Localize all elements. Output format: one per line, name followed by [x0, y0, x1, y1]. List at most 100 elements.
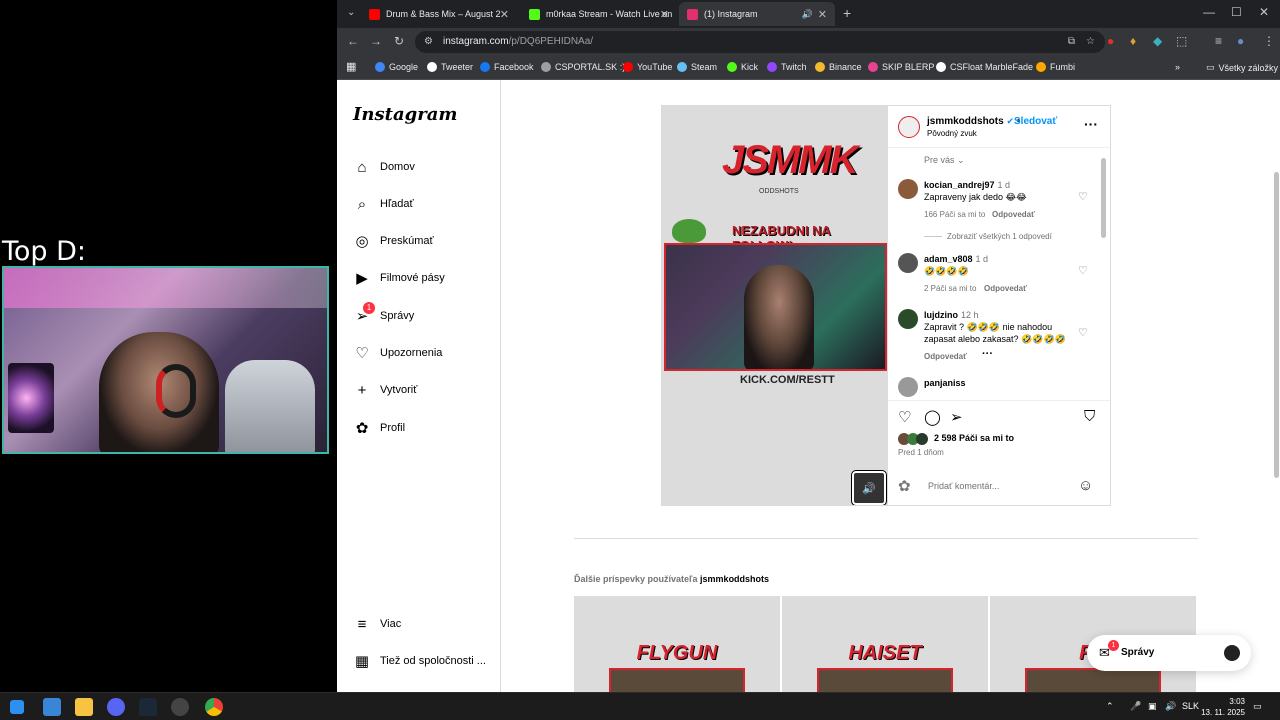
- nav-item-messenger[interactable]: ➢ 1 Správy: [353, 302, 414, 328]
- instagram-logo[interactable]: Instagram: [353, 104, 457, 125]
- like-icon[interactable]: ♡: [898, 408, 911, 426]
- bookmark-star-icon[interactable]: ☆: [1086, 31, 1095, 53]
- media-icon[interactable]: ≡: [1215, 34, 1222, 48]
- reply-button[interactable]: Odpovedať: [924, 352, 967, 361]
- share-icon[interactable]: ➢: [950, 408, 963, 426]
- apps-icon[interactable]: ▦: [346, 60, 356, 73]
- bookmark-item[interactable]: Twitch: [767, 62, 807, 72]
- bookmark-item[interactable]: CSFloat MarbleFade: [936, 62, 1033, 72]
- bookmark-item[interactable]: Binance: [815, 62, 862, 72]
- close-icon[interactable]: ✕: [818, 8, 827, 21]
- close-icon[interactable]: ✕: [660, 8, 669, 21]
- comment-sort[interactable]: Pre vás ⌄: [924, 155, 965, 166]
- bookmark-item[interactable]: Steam: [677, 62, 717, 72]
- extension-icon[interactable]: ♦: [1130, 34, 1136, 48]
- tab-youtube[interactable]: Drum & Bass Mix – August 2 ✕: [361, 2, 517, 26]
- start-icon[interactable]: [10, 700, 24, 714]
- follow-button[interactable]: Sledovať: [1014, 116, 1057, 127]
- bookmark-item[interactable]: Fumbi: [1036, 62, 1075, 72]
- page-scrollbar[interactable]: [1274, 172, 1279, 478]
- chrome-icon[interactable]: [205, 698, 223, 716]
- comment-username[interactable]: kocian_andrej97 1 d: [924, 180, 1010, 190]
- comment-icon[interactable]: ◯: [924, 408, 941, 426]
- forward-icon[interactable]: →: [370, 34, 382, 48]
- extension-icon[interactable]: ◆: [1153, 34, 1162, 48]
- like-comment-icon[interactable]: ♡: [1078, 264, 1088, 277]
- more-posts-user[interactable]: jsmmkoddshots: [700, 574, 769, 584]
- nav-item-plus[interactable]: + Vytvoriť: [353, 378, 418, 402]
- tab-search-icon[interactable]: ⌄: [347, 7, 355, 18]
- more-bookmarks-icon[interactable]: »: [1175, 62, 1180, 72]
- app-icon[interactable]: [43, 698, 61, 716]
- extension-icon[interactable]: ●: [1107, 34, 1114, 48]
- comment-username[interactable]: adam_v808 1 d: [924, 254, 988, 264]
- save-icon[interactable]: ⛉: [1084, 408, 1095, 425]
- comment-avatar[interactable]: [898, 309, 918, 329]
- view-replies-button[interactable]: Zobraziť všetkých 1 odpovedí: [924, 232, 1052, 241]
- all-bookmarks[interactable]: ▭ Všetky záložky: [1206, 62, 1278, 73]
- comment-username[interactable]: lujdzino 12 h: [924, 310, 979, 320]
- post-thumbnail[interactable]: HAISET: [782, 596, 988, 692]
- reply-button[interactable]: Odpovedať: [984, 284, 1027, 293]
- notifications-icon[interactable]: ▭: [1253, 701, 1262, 712]
- bookmark-item[interactable]: Facebook: [480, 62, 534, 72]
- app-icon[interactable]: [171, 698, 189, 716]
- sound-toggle-button[interactable]: 🔊: [851, 470, 887, 505]
- clock[interactable]: 3:03 13. 11. 2025: [1197, 696, 1245, 718]
- comment-likes[interactable]: 2 Páči sa mi to: [924, 284, 976, 293]
- close-window-icon[interactable]: ✕: [1259, 5, 1269, 19]
- volume-icon[interactable]: 🔊: [1165, 701, 1176, 712]
- add-comment-input[interactable]: Pridať komentár...: [928, 481, 999, 491]
- nav-item-profile[interactable]: ✿ Profil: [353, 416, 405, 440]
- bookmark-item[interactable]: SKIP BLERP: [868, 62, 934, 72]
- nav-item-home[interactable]: ⌂ Domov: [353, 155, 414, 179]
- nav-item-compass[interactable]: ◎ Preskúmať: [353, 229, 433, 253]
- nav-item-heart[interactable]: ♡ Upozornenia: [353, 341, 442, 365]
- site-info-icon[interactable]: ⚙: [424, 31, 433, 53]
- nav-item-menu[interactable]: ≡ Viac: [353, 612, 402, 636]
- comment-avatar[interactable]: [898, 179, 918, 199]
- comment-avatar[interactable]: [898, 253, 918, 273]
- bookmark-item[interactable]: Tweeter: [427, 62, 473, 72]
- new-tab-icon[interactable]: +: [843, 5, 851, 21]
- bookmark-item[interactable]: Google: [375, 62, 418, 72]
- tab-kick[interactable]: m0rkaa Stream - Watch Live on ✕: [521, 2, 677, 26]
- author-username[interactable]: jsmmkoddshots ✔ •: [927, 116, 1020, 127]
- comment-more-icon[interactable]: ···: [982, 348, 993, 360]
- steam-icon[interactable]: [139, 698, 157, 716]
- extensions-icon[interactable]: ⬚: [1176, 34, 1187, 48]
- messages-button[interactable]: ✉ 1 Správy: [1087, 635, 1251, 671]
- bookmark-item[interactable]: CSPORTAL.SK :): [541, 62, 625, 72]
- bookmark-item[interactable]: Kick: [727, 62, 758, 72]
- microphone-icon[interactable]: 🎤: [1130, 701, 1141, 712]
- post-thumbnail[interactable]: FLYGUN: [574, 596, 780, 692]
- address-bar[interactable]: ⚙ instagram.com/p/DQ6PEHIDNAa/ ⧉ ☆: [415, 31, 1105, 53]
- comment-avatar[interactable]: [898, 377, 918, 397]
- maximize-icon[interactable]: ☐: [1231, 5, 1242, 19]
- network-icon[interactable]: ▣: [1148, 701, 1157, 712]
- profile-icon[interactable]: ●: [1237, 34, 1244, 48]
- speaker-icon[interactable]: 🔊: [802, 9, 813, 20]
- reload-icon[interactable]: ↻: [394, 34, 404, 48]
- install-icon[interactable]: ⧉: [1068, 31, 1075, 53]
- like-comment-icon[interactable]: ♡: [1078, 190, 1088, 203]
- minimize-icon[interactable]: —: [1203, 5, 1215, 19]
- nav-item-meta[interactable]: ▦ Tiež od spoločnosti ...: [353, 649, 486, 673]
- nav-item-search[interactable]: ⌕ Hľadať: [353, 192, 414, 216]
- back-icon[interactable]: ←: [347, 34, 359, 48]
- comment-username[interactable]: panjaniss: [924, 378, 966, 388]
- discord-icon[interactable]: [107, 698, 125, 716]
- nav-item-reels[interactable]: ▶ Filmové pásy: [353, 266, 445, 290]
- like-count[interactable]: 2 598 Páči sa mi to: [934, 433, 1014, 443]
- reel-video[interactable]: JSMMK ODDSHOTS NEZABUDNI NA FOLLOW! KICK…: [662, 106, 888, 505]
- file-explorer-icon[interactable]: [75, 698, 93, 716]
- emoji-icon[interactable]: ☺: [1078, 477, 1093, 494]
- bookmark-item[interactable]: YouTube: [623, 62, 672, 72]
- comment-likes[interactable]: 166 Páči sa mi to: [924, 210, 985, 219]
- menu-icon[interactable]: ⋮: [1263, 34, 1275, 48]
- comments-scrollbar[interactable]: [1101, 158, 1106, 238]
- close-icon[interactable]: ✕: [500, 8, 509, 21]
- more-options-icon[interactable]: ···: [1084, 116, 1098, 132]
- tab-instagram[interactable]: (1) Instagram 🔊 ✕: [679, 2, 835, 26]
- like-comment-icon[interactable]: ♡: [1078, 326, 1088, 339]
